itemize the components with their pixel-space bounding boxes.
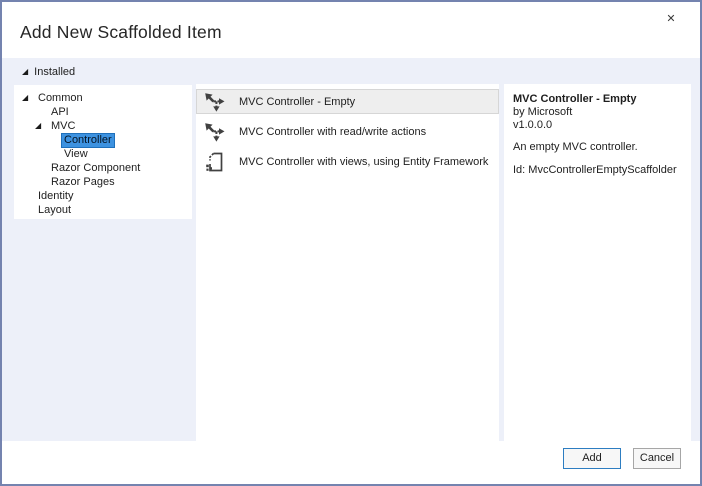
tree-item-label: Common: [38, 91, 83, 104]
installed-group-header[interactable]: ◢ Installed: [22, 64, 75, 80]
tree-item-controller[interactable]: Controller: [14, 132, 192, 148]
list-item-label: MVC Controller with views, using Entity …: [239, 155, 489, 168]
tree-item-label: Identity: [38, 189, 74, 202]
cancel-button[interactable]: Cancel: [633, 448, 681, 469]
details-version: v1.0.0.0: [513, 119, 553, 131]
details-id: Id: MvcControllerEmptyScaffolder: [513, 164, 677, 176]
ef-view-icon: [204, 152, 226, 172]
list-item-mvc-controller-empty[interactable]: MVC Controller - Empty: [196, 89, 499, 114]
close-icon[interactable]: ✕: [662, 10, 680, 28]
tree-item-label: Layout: [38, 203, 72, 216]
tree-item-label: View: [64, 147, 88, 160]
add-scaffolded-item-dialog: Add New Scaffolded Item ✕ ◢ Installed ◢ …: [0, 0, 702, 486]
expander-icon[interactable]: ◢: [35, 122, 48, 130]
add-button[interactable]: Add: [563, 448, 621, 469]
list-item-label: MVC Controller - Empty: [239, 95, 356, 108]
tree-item-api[interactable]: API: [14, 105, 192, 119]
list-item-mvc-controller-readwrite[interactable]: MVC Controller with read/write actions: [196, 119, 499, 144]
tree-item-label: Razor Pages: [51, 175, 115, 188]
expander-icon[interactable]: ◢: [22, 68, 28, 76]
tree-item-label: MVC: [51, 119, 76, 132]
scaffolder-list: MVC Controller - Empty MVC Controller wi…: [196, 84, 499, 445]
installed-label: Installed: [34, 66, 76, 78]
tree-item-label: Razor Component: [51, 161, 141, 174]
tree-item-razor-pages[interactable]: Razor Pages: [14, 175, 192, 189]
tree-item-label-selected: Controller: [61, 132, 115, 148]
list-item-label: MVC Controller with read/write actions: [239, 125, 427, 138]
expander-icon[interactable]: ◢: [22, 94, 35, 102]
tree-item-mvc[interactable]: ◢ MVC: [14, 119, 192, 133]
dialog-titlebar: Add New Scaffolded Item ✕: [2, 2, 700, 58]
details-panel: MVC Controller - Empty by Microsoft v1.0…: [504, 84, 691, 445]
tree-item-layout[interactable]: Layout: [14, 203, 192, 217]
tree-item-razor-component[interactable]: Razor Component: [14, 161, 192, 175]
dialog-content: ◢ Installed ◢ Common API ◢ MVC Controlle…: [2, 58, 700, 445]
details-title: MVC Controller - Empty: [513, 93, 637, 105]
tree-item-view[interactable]: View: [14, 147, 192, 161]
details-description: An empty MVC controller.: [513, 141, 638, 153]
list-item-mvc-controller-views-ef[interactable]: MVC Controller with views, using Entity …: [196, 149, 499, 174]
tree-item-identity[interactable]: Identity: [14, 189, 192, 203]
category-tree: ◢ Common API ◢ MVC Controller View Razor…: [14, 85, 192, 219]
tree-item-common[interactable]: ◢ Common: [14, 91, 192, 105]
tree-item-label: API: [51, 105, 69, 118]
dialog-footer: Add Cancel: [2, 441, 700, 484]
details-author: by Microsoft: [513, 106, 573, 118]
mvc-controller-icon: [204, 92, 226, 112]
mvc-controller-icon: [204, 122, 226, 142]
dialog-title: Add New Scaffolded Item: [20, 22, 222, 42]
